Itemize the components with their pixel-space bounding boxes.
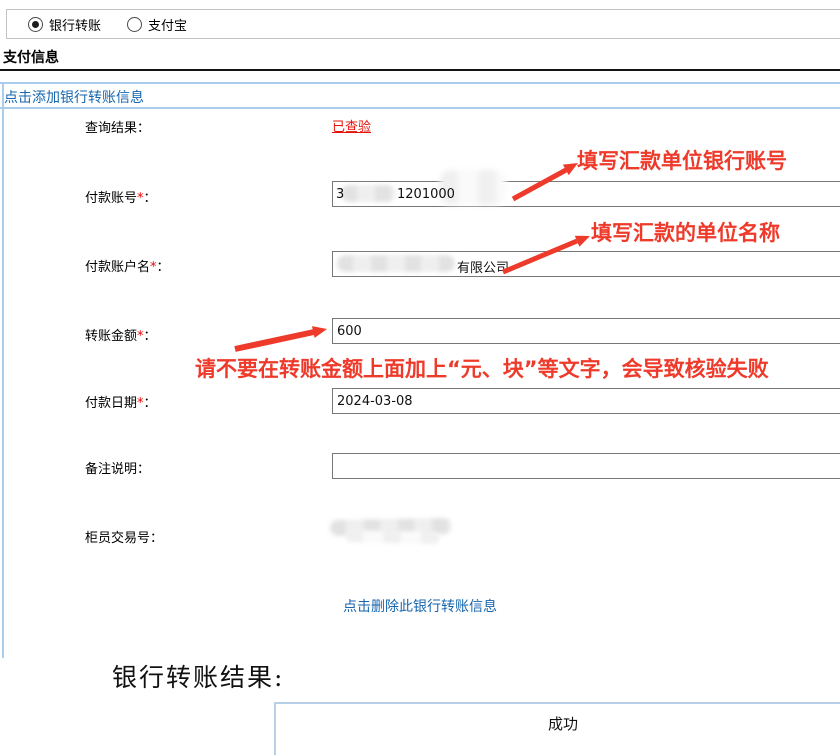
amount-input[interactable]	[332, 318, 840, 344]
masked-teller-smudge-2	[345, 530, 440, 544]
payment-page: 银行转账 支付宝 支付信息 点击添加银行转账信息 查询结果： 已查验 付款账号*…	[0, 0, 840, 755]
radio-unselected-icon[interactable]	[127, 17, 142, 32]
transfer-result-title: 银行转账结果:	[112, 658, 284, 694]
amount-warning-annotation: 请不要在转账金额上面加上“元、块”等文字，会导致核验失败	[195, 353, 769, 383]
payment-method-panel: 银行转账 支付宝	[6, 9, 840, 39]
section-divider	[0, 69, 840, 71]
radio-bank-transfer[interactable]: 银行转账	[28, 15, 101, 34]
section-title-payment-info: 支付信息	[3, 47, 59, 67]
delete-bank-transfer-link[interactable]: 点击删除此银行转账信息	[343, 596, 497, 616]
name-tip-annotation: 填写汇款的单位名称	[591, 217, 780, 247]
radio-alipay[interactable]: 支付宝	[127, 15, 187, 34]
remark-input[interactable]	[332, 453, 840, 479]
query-result-value: 已查验	[332, 116, 371, 135]
payer-account-label: 付款账号*：	[85, 187, 157, 206]
transfer-result-box: 成功	[274, 702, 840, 755]
remark-label: 备注说明：	[85, 458, 150, 477]
arrow-to-amount-input	[235, 326, 327, 349]
account-tip-annotation: 填写汇款单位银行账号	[577, 145, 787, 175]
panel-top-border	[0, 82, 840, 84]
pay-date-input[interactable]	[332, 388, 840, 414]
pay-date-label: 付款日期*：	[85, 392, 157, 411]
teller-no-label: 柜员交易号：	[85, 527, 163, 546]
payer-account-input[interactable]	[332, 181, 840, 207]
query-result-label: 查询结果：	[85, 117, 150, 136]
amount-label: 转账金额*：	[85, 325, 157, 344]
payer-name-input[interactable]	[332, 251, 840, 277]
panel-left-border	[2, 82, 4, 658]
transfer-result-status: 成功	[548, 713, 578, 734]
radio-selected-icon[interactable]	[28, 17, 43, 32]
masked-teller-smudge	[330, 518, 452, 536]
payer-name-label: 付款账户名*：	[85, 256, 170, 275]
add-bank-transfer-link[interactable]: 点击添加银行转账信息	[4, 87, 144, 107]
radio-bank-transfer-label: 银行转账	[49, 15, 101, 34]
panel-mid-border	[0, 107, 840, 109]
radio-alipay-label: 支付宝	[148, 15, 187, 34]
